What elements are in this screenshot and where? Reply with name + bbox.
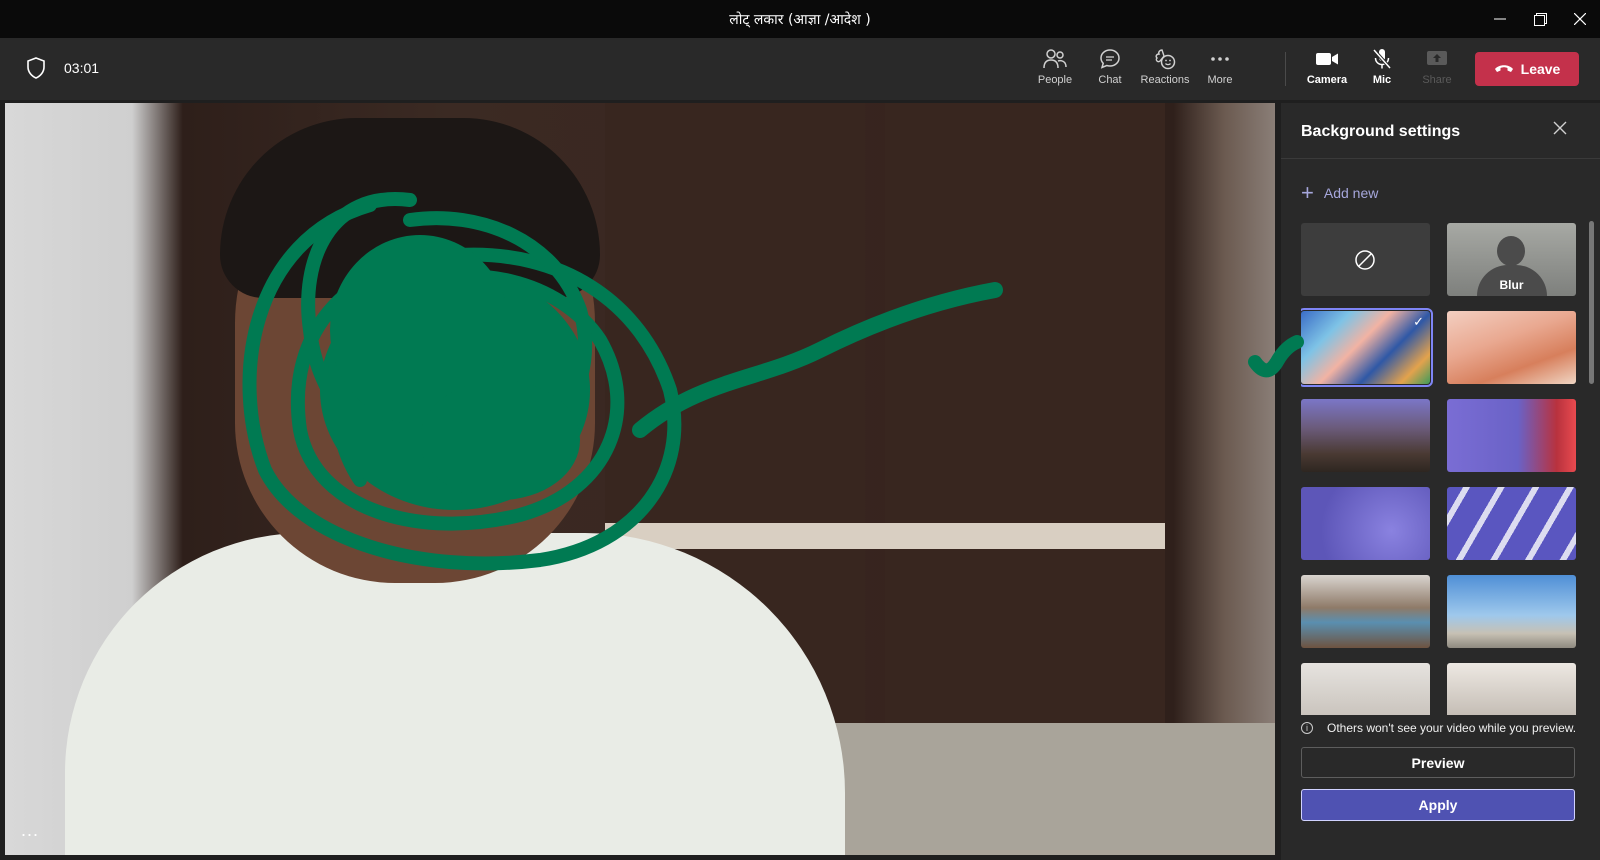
background-beach-option[interactable] (1447, 575, 1576, 648)
meeting-timer: 03:01 (64, 60, 100, 76)
video-feed: ... (5, 103, 1275, 855)
video-options-button[interactable]: ... (21, 820, 39, 841)
mic-label: Mic (1372, 74, 1392, 86)
window-controls (1480, 0, 1600, 38)
people-icon (1043, 49, 1067, 69)
camera-label: Camera (1306, 74, 1348, 86)
restore-button[interactable] (1520, 0, 1560, 38)
meeting-toolbar: 03:01 People Chat Reactions More Camera … (0, 38, 1600, 100)
share-icon (1427, 51, 1447, 65)
close-window-button[interactable] (1560, 0, 1600, 38)
no-background-icon (1355, 250, 1375, 270)
background-sticky-notes-option[interactable] (1447, 487, 1576, 560)
checkmark-icon: ✓ (1413, 314, 1424, 329)
background-blur-option[interactable]: Blur (1447, 223, 1576, 296)
background-purple-space-option[interactable] (1301, 487, 1430, 560)
panel-close-button[interactable] (1553, 121, 1567, 140)
wardrobe-door-right (885, 103, 1165, 723)
leave-label: Leave (1520, 61, 1561, 77)
preview-notice: i Others won't see your video while you … (1301, 721, 1576, 735)
people-button[interactable]: People (1028, 48, 1082, 94)
close-icon (1553, 121, 1567, 135)
share-label: Share (1422, 74, 1452, 86)
preview-notice-text: Others won't see your video while you pr… (1327, 721, 1577, 735)
leave-button[interactable]: Leave (1475, 52, 1579, 86)
wardrobe-stripe (605, 523, 1165, 549)
add-new-button[interactable]: + Add new (1301, 180, 1378, 206)
reactions-label: Reactions (1140, 74, 1190, 86)
camera-button[interactable]: Camera (1300, 48, 1354, 94)
shield-icon (26, 57, 46, 84)
background-room-option[interactable] (1301, 663, 1430, 715)
background-abstract-waves-option[interactable]: ✓ (1301, 308, 1433, 387)
share-button[interactable]: Share (1410, 48, 1464, 94)
background-hallway-option[interactable] (1447, 663, 1576, 715)
floor-area (825, 723, 1275, 855)
background-settings-panel: Background settings + Add new Blur ✓ i O… (1281, 103, 1600, 860)
apply-label: Apply (1418, 797, 1458, 813)
chat-label: Chat (1098, 74, 1122, 86)
preview-button[interactable]: Preview (1301, 747, 1575, 778)
grid-scrollbar[interactable] (1589, 221, 1594, 384)
phone-hangup-icon (1494, 65, 1513, 72)
chat-icon (1100, 49, 1120, 69)
reactions-button[interactable]: Reactions (1138, 48, 1192, 94)
more-label: More (1207, 74, 1233, 86)
panel-header: Background settings (1281, 103, 1600, 159)
apply-button[interactable]: Apply (1301, 789, 1575, 821)
mic-off-icon (1372, 48, 1392, 70)
close-icon (1574, 13, 1586, 25)
restore-icon (1533, 12, 1547, 26)
mic-button[interactable]: Mic (1355, 48, 1409, 94)
background-library-option[interactable] (1447, 399, 1576, 472)
minimize-button[interactable] (1480, 0, 1520, 38)
blur-label: Blur (1499, 278, 1524, 292)
more-icon (1211, 57, 1229, 61)
title-bar: लोट् लकार (आज्ञा /आदेश ) (0, 0, 1600, 38)
toolbar-divider (1285, 52, 1286, 86)
minimize-icon (1494, 18, 1506, 20)
background-none-option[interactable] (1301, 223, 1430, 296)
preview-label: Preview (1411, 754, 1465, 771)
background-grid: Blur ✓ (1301, 223, 1581, 715)
background-office-option[interactable] (1301, 575, 1430, 648)
panel-title: Background settings (1301, 123, 1461, 140)
add-new-label: Add new (1323, 185, 1379, 201)
window-title: लोट् लकार (आज्ञा /आदेश ) (729, 11, 871, 28)
background-living-room-option[interactable] (1301, 399, 1430, 472)
blur-silhouette (1497, 236, 1525, 266)
person-hair (220, 118, 600, 298)
people-label: People (1037, 74, 1073, 86)
reactions-icon (1155, 49, 1176, 70)
more-button[interactable]: More (1193, 48, 1247, 94)
chat-button[interactable]: Chat (1083, 48, 1137, 94)
background-dessert-option[interactable] (1447, 311, 1576, 384)
plus-icon: + (1301, 180, 1314, 205)
info-icon: i (1301, 722, 1313, 734)
camera-icon (1316, 53, 1338, 65)
